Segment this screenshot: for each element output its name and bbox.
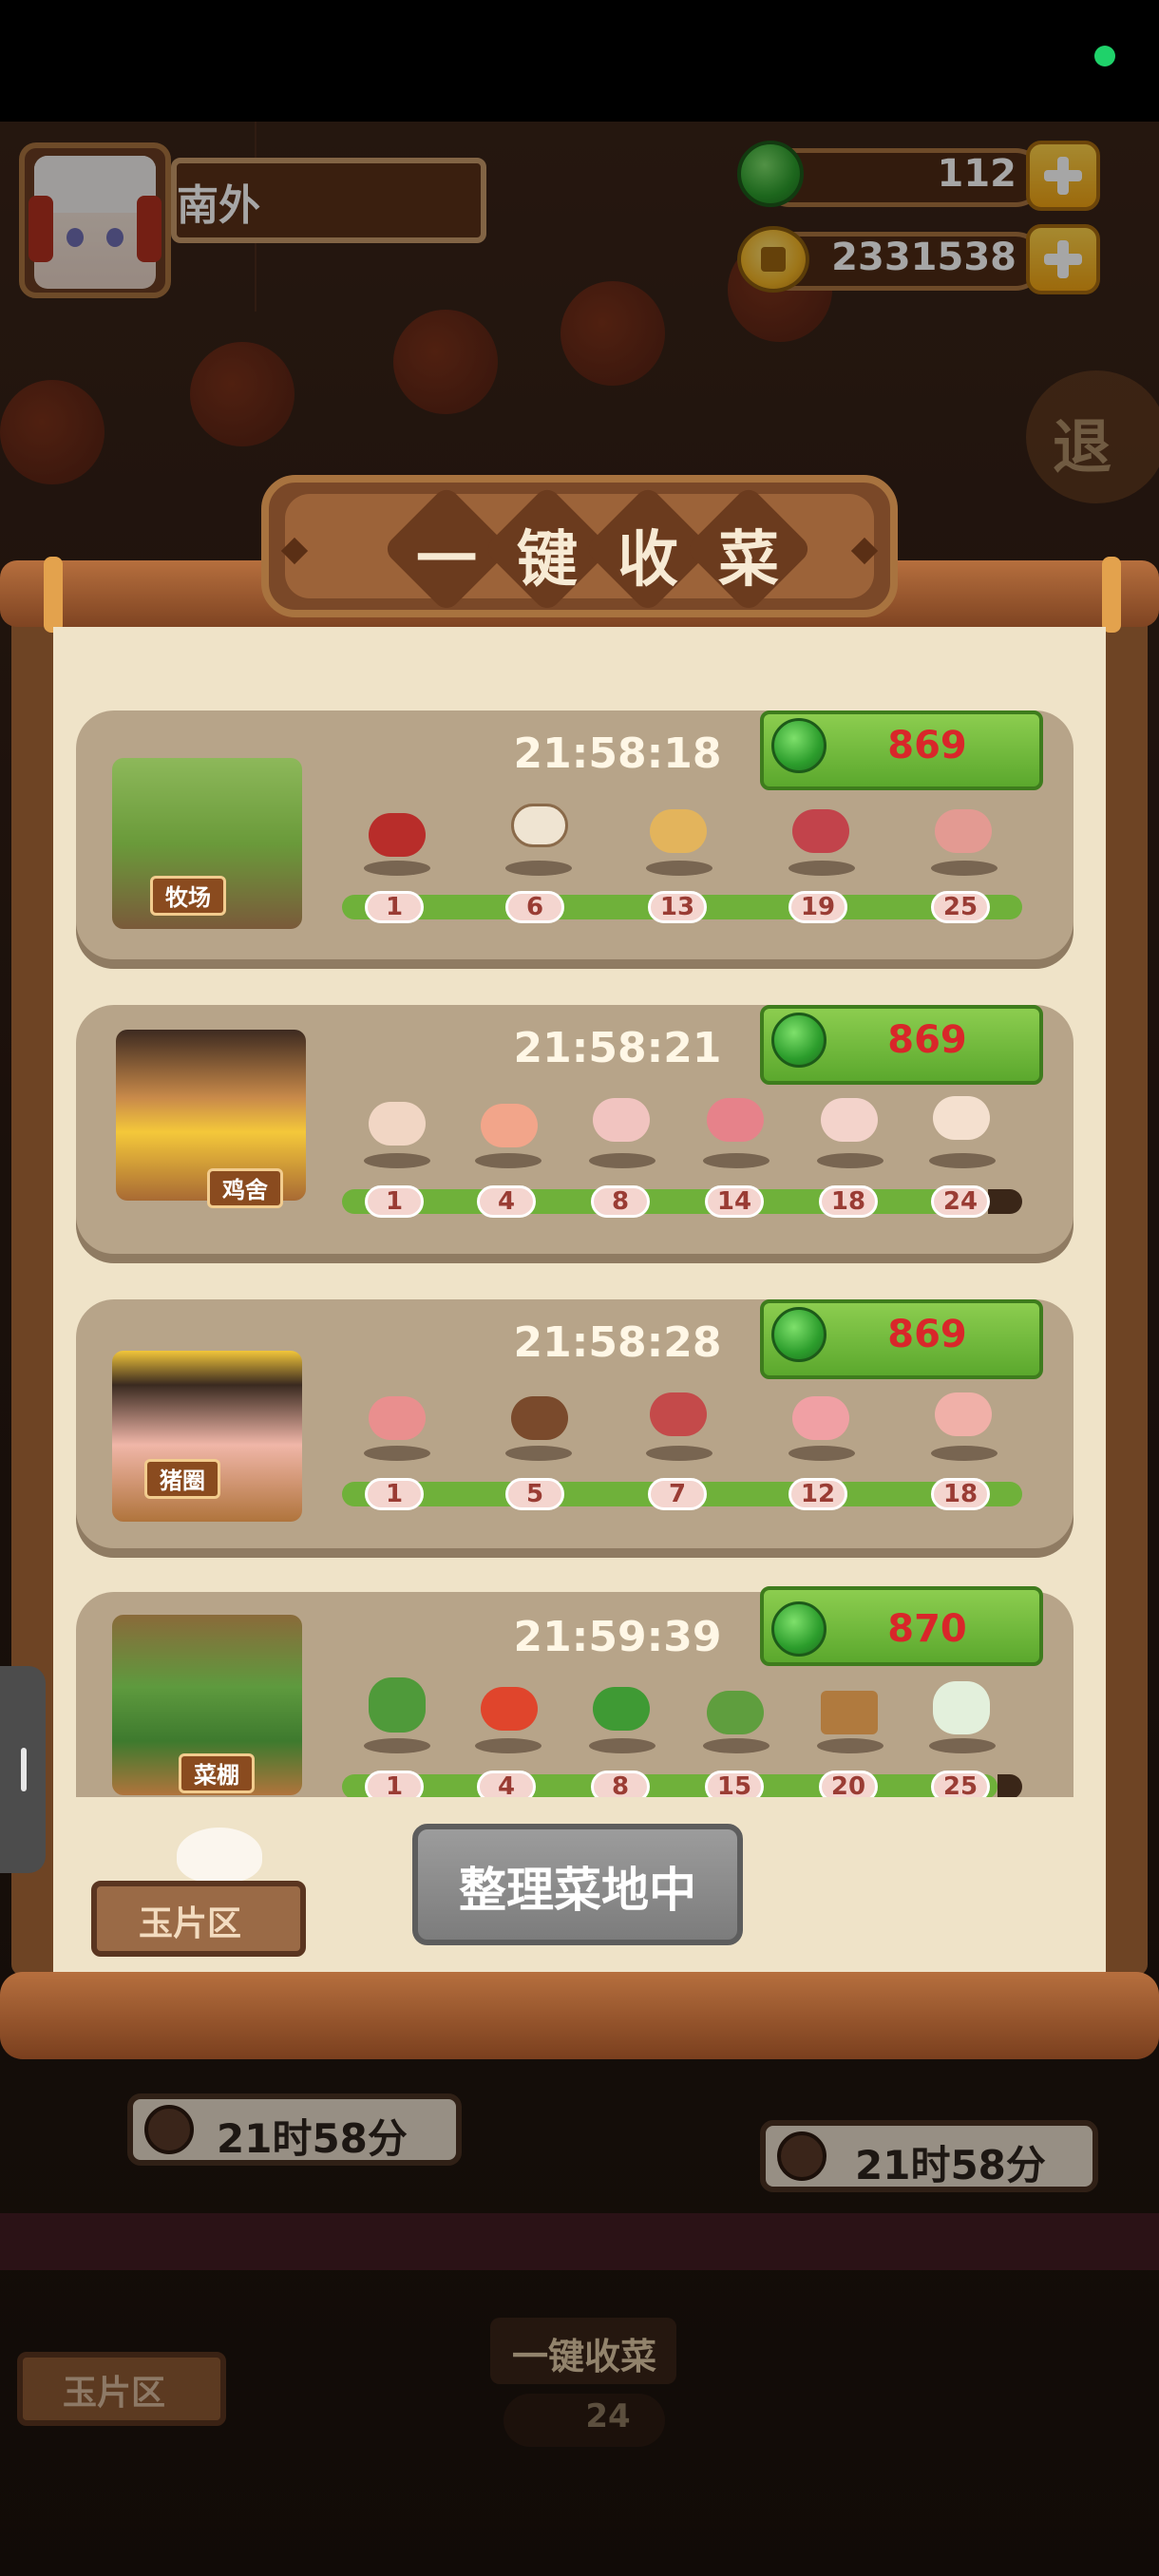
chicken-coop-milestone-1: 1 (365, 1185, 424, 1218)
ranch-milestone-2: 6 (505, 891, 564, 923)
panel-title-char-1: 一 (416, 525, 477, 596)
chicken-coop-reward-value: 869 (887, 1018, 967, 1062)
organize-field-label: 整理菜地中 (459, 1863, 696, 1918)
vegetable-shed-sign: 菜棚 (179, 1753, 255, 1793)
pigsty-milestone-1: 1 (365, 1478, 424, 1510)
jade-icon (771, 1013, 826, 1068)
tomato-icon (481, 1687, 538, 1731)
pigsty-reward-value: 869 (887, 1313, 967, 1356)
panel-bottom-rod (0, 1972, 1159, 2059)
jade-area-label: 玉片区 (139, 1904, 242, 1943)
status-bar (0, 0, 1159, 122)
chicken-coop-milestone-6: 24 (931, 1185, 990, 1218)
chicken-coop-milestone-4: 14 (705, 1185, 764, 1218)
ranch-milestone-4: 19 (788, 891, 847, 923)
jade-icon (771, 718, 826, 773)
pigsty-sign: 猪圈 (144, 1459, 220, 1499)
chicken-breast-icon (481, 1104, 538, 1147)
egg-icon (369, 1102, 426, 1146)
ranch-reward-value: 869 (887, 724, 967, 767)
pigsty-milestone-4: 12 (788, 1478, 847, 1510)
chicken-coop-progress-remaining (988, 1189, 1022, 1214)
rod-cap-left (44, 557, 63, 633)
bird-mascot-icon (177, 1828, 262, 1883)
pigsty-timer: 21:58:28 (513, 1318, 722, 1367)
meat-icon (369, 813, 426, 857)
chicken-coop-timer: 21:58:21 (513, 1024, 722, 1072)
side-drawer-grip-icon (21, 1748, 27, 1791)
panel-title-char-3: 收 (618, 525, 678, 596)
pigsty-milestone-2: 5 (505, 1478, 564, 1510)
vegetable-shed-timer: 21:59:39 (513, 1613, 722, 1661)
chicken-coop-milestone-3: 8 (591, 1185, 650, 1218)
vegetable-shed-reward-value: 870 (887, 1607, 967, 1651)
jade-icon (771, 1601, 826, 1657)
camera-indicator-dot (1094, 46, 1115, 66)
chicken-coop-milestone-2: 4 (477, 1185, 536, 1218)
vegetable-shed-progress-bar (342, 1774, 998, 1799)
pigsty-milestone-3: 7 (648, 1478, 707, 1510)
pork-dish-icon (650, 1392, 707, 1436)
pudding-icon (511, 1396, 568, 1440)
panel-title-char-2: 键 (517, 525, 578, 596)
ranch-milestone-5: 25 (931, 891, 990, 923)
ranch-sign: 牧场 (150, 876, 226, 916)
steak-icon (792, 809, 849, 853)
cucumber-icon (707, 1691, 764, 1734)
panel-title-char-4: 菜 (718, 525, 779, 596)
whole-chicken-icon (593, 1098, 650, 1142)
vegetable-shed-progress-remaining (998, 1774, 1022, 1799)
chicken-dish-icon (707, 1098, 764, 1142)
pork-slice-icon (792, 1396, 849, 1440)
bread-icon (650, 809, 707, 853)
jar-icon (511, 804, 568, 847)
bok-choy-icon (369, 1677, 426, 1733)
chicken-coop-milestone-5: 18 (819, 1185, 878, 1218)
drumstick-icon (821, 1098, 878, 1142)
bacon-icon (369, 1396, 426, 1440)
ham-icon (935, 809, 992, 853)
chicken-coop-progress-bar (342, 1189, 988, 1214)
jade-icon (771, 1307, 826, 1362)
pepper-icon (593, 1687, 650, 1731)
chicken-coop-sign: 鸡舍 (207, 1168, 283, 1208)
roast-chicken-icon (933, 1096, 990, 1140)
cabbage-icon (933, 1681, 990, 1734)
rod-cap-right (1102, 557, 1121, 633)
pigsty-milestone-5: 18 (931, 1478, 990, 1510)
ham-hock-icon (935, 1392, 992, 1436)
vegetable-box-icon (821, 1691, 878, 1734)
ranch-milestone-3: 13 (648, 891, 707, 923)
ranch-timer: 21:58:18 (513, 729, 722, 778)
ranch-milestone-1: 1 (365, 891, 424, 923)
